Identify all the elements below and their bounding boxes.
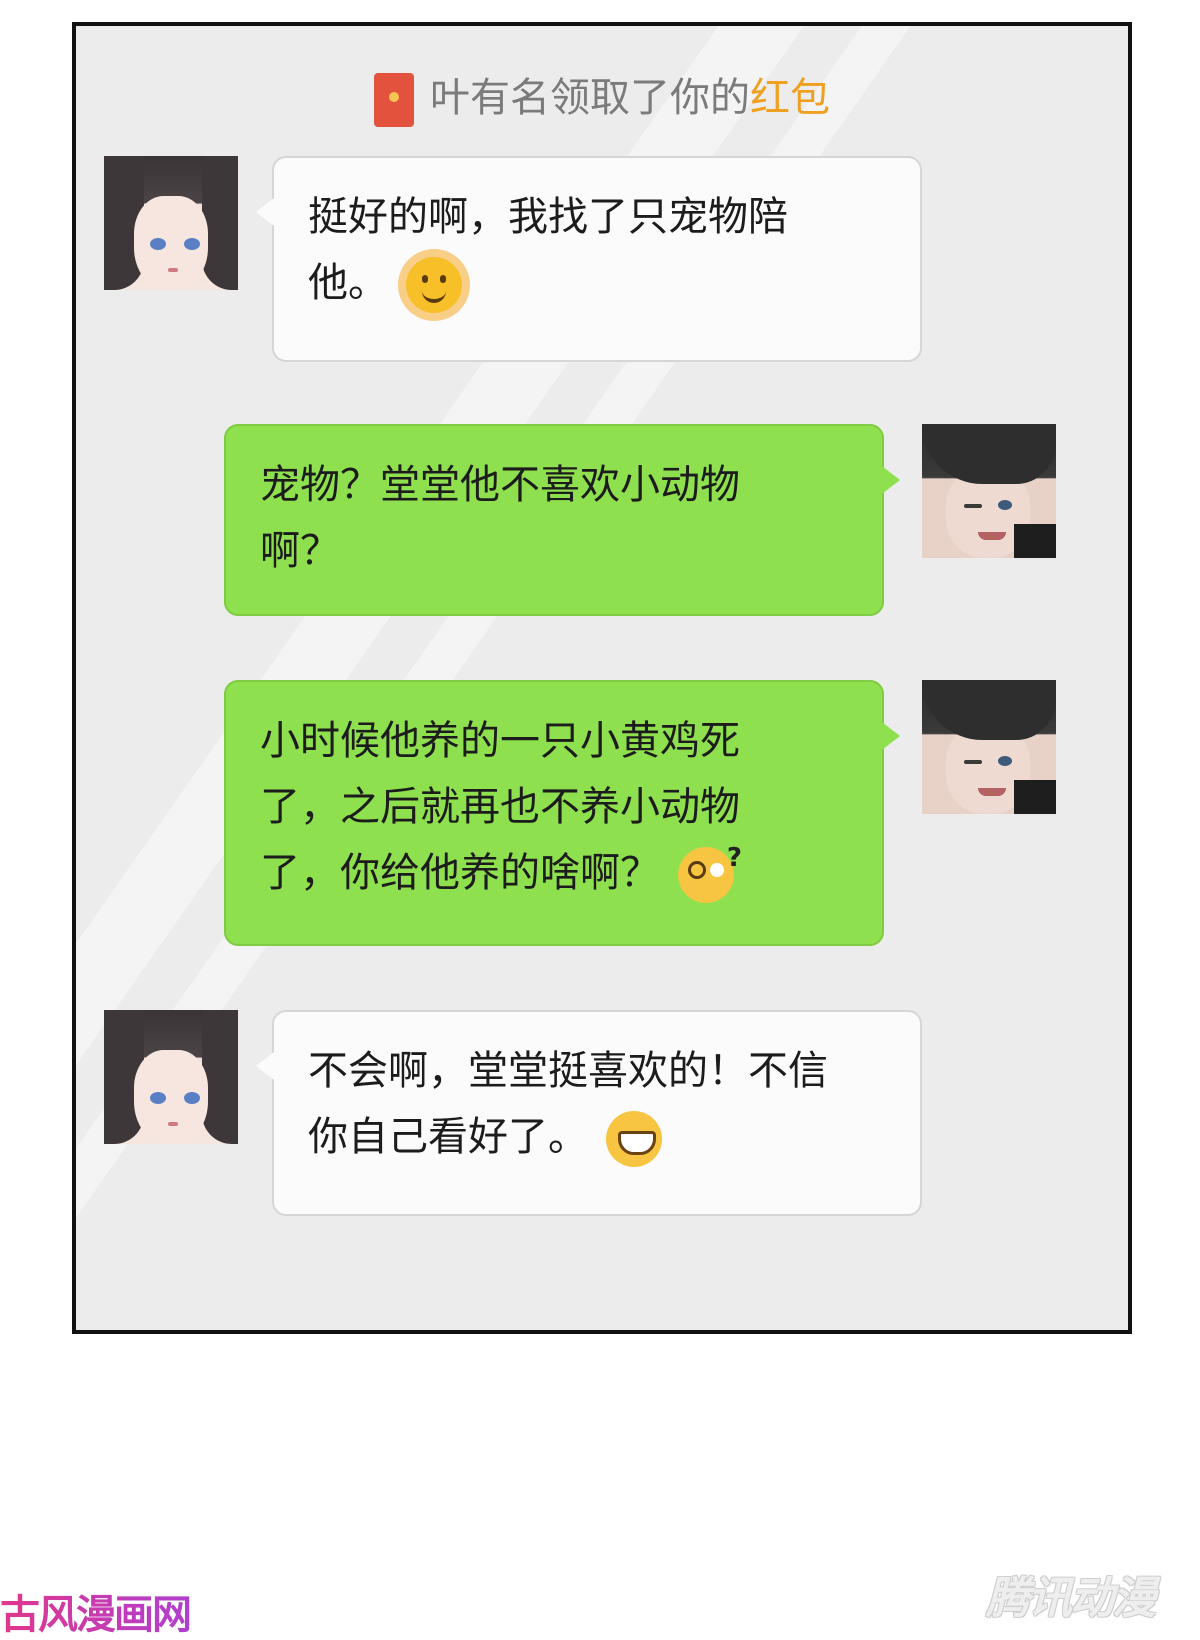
message-line: 了，你给他养的啥啊？: [260, 850, 660, 896]
red-packet-icon: [374, 73, 414, 127]
chat-panel: 叶有名领取了你的红包 挺好的啊，我找了只宠物陪 他。 宠物？堂堂他不喜欢小动物 …: [72, 22, 1132, 1334]
dizzy-question-emoji-icon: [678, 825, 742, 903]
message-bubble[interactable]: 宠物？堂堂他不喜欢小动物 啊？: [224, 424, 900, 616]
message-bubble[interactable]: 小时候他养的一只小黄鸡死 了，之后就再也不养小动物 了，你给他养的啥啊？: [224, 680, 900, 946]
sun-emoji-icon: [406, 257, 462, 313]
watermark-left: 古风漫画网: [0, 1582, 192, 1640]
message-line: 你自己看好了。: [308, 1114, 588, 1160]
message-line: 宠物？堂堂他不喜欢小动物: [260, 462, 740, 508]
message-line: 不会啊，堂堂挺喜欢的！不信: [308, 1048, 828, 1094]
message-line: 了，之后就再也不养小动物: [260, 784, 740, 830]
avatar-girl[interactable]: [104, 156, 238, 290]
avatar-girl[interactable]: [104, 1010, 238, 1144]
watermark-right: 腾讯动漫: [986, 1573, 1156, 1624]
message-bubble[interactable]: 挺好的啊，我找了只宠物陪 他。: [256, 156, 922, 362]
red-packet-notice: 叶有名领取了你的红包: [76, 66, 1128, 130]
message-line: 他。: [308, 260, 388, 306]
message-line: 小时候他养的一只小黄鸡死: [260, 718, 740, 764]
avatar-boy[interactable]: [922, 424, 1056, 558]
grin-emoji-icon: [606, 1111, 662, 1167]
message-bubble[interactable]: 不会啊，堂堂挺喜欢的！不信 你自己看好了。: [256, 1010, 922, 1216]
message-line: 啊？: [260, 528, 340, 574]
notice-text: 叶有名领取了你的: [430, 75, 750, 121]
notice-highlight[interactable]: 红包: [750, 75, 830, 121]
message-line: 挺好的啊，我找了只宠物陪: [308, 194, 788, 240]
avatar-boy[interactable]: [922, 680, 1056, 814]
